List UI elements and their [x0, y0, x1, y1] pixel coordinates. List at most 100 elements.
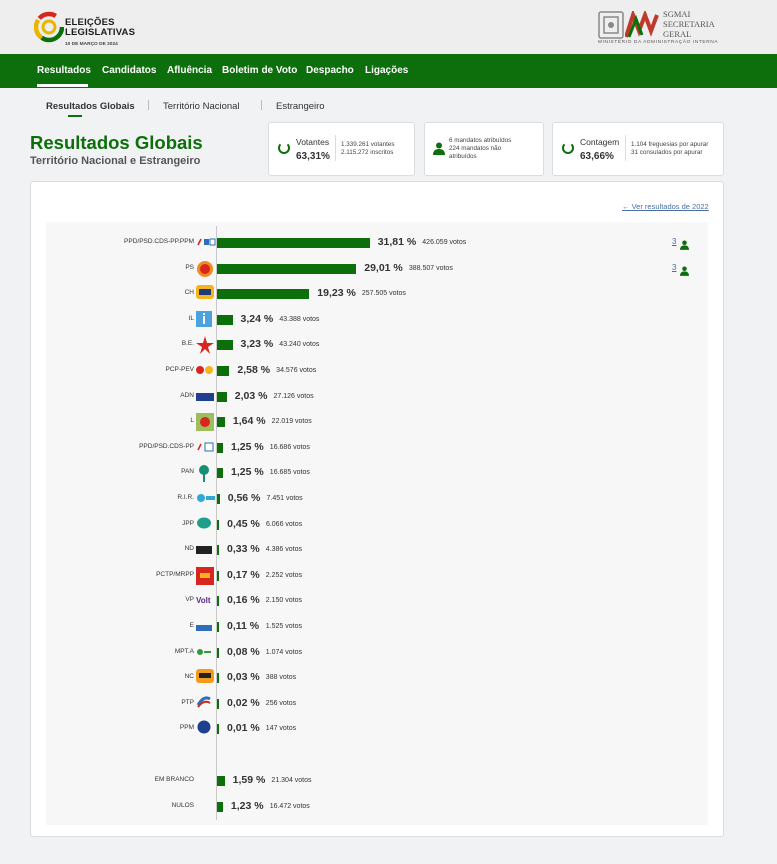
result-votes: 16.686 votos — [269, 443, 310, 451]
seats-link[interactable]: 3 — [672, 237, 676, 246]
result-percentage: 0,02 % — [227, 696, 260, 709]
party-name: PCTP/MRPP — [156, 570, 194, 578]
result-bar — [217, 238, 370, 248]
person-icon — [680, 263, 689, 281]
sgmai-mark-icon — [625, 11, 659, 38]
result-percentage: 0,08 % — [227, 645, 260, 658]
result-row: PS 29,01 % 388.507 votos 3 — [0, 260, 777, 278]
result-bar — [217, 570, 219, 581]
result-percentage: 1,25 % — [231, 440, 264, 453]
result-row: NC 0,03 % 388 votos — [0, 669, 777, 687]
svg-text:Volt: Volt — [196, 596, 211, 605]
tab-resultados-globais[interactable]: Resultados Globais — [46, 101, 135, 112]
party-name: PS — [185, 263, 194, 271]
result-votes: 2.150 votos — [265, 597, 302, 605]
previous-results-link[interactable]: ← Ver resultados de 2022 — [622, 202, 709, 211]
sgmai-logo[interactable]: SGMAI SECRETARIA GERAL MINISTÉRIO DA ADM… — [598, 9, 728, 49]
sgmai-text: SGMAI SECRETARIA GERAL — [663, 9, 715, 39]
result-bar — [217, 724, 219, 735]
result-votes: 388.507 votos — [408, 264, 453, 272]
top-header: ELEIÇÕES LEGISLATIVAS 10 DE MARÇO DE 202… — [0, 0, 777, 54]
result-votes: 27.126 votos — [273, 392, 314, 400]
result-bar — [217, 647, 219, 658]
mandatos-atribuidos: 6 mandatos atribuídos — [449, 137, 512, 144]
result-bar — [217, 468, 223, 479]
votantes-count: 1.339.261 votantes — [341, 141, 395, 148]
page-title: Resultados Globais — [30, 132, 203, 153]
nav-despacho[interactable]: Despacho — [306, 65, 354, 76]
logo-title: ELEIÇÕES LEGISLATIVAS — [65, 17, 136, 38]
mandatos-nao-atribuidos-cont: atribuídos — [449, 153, 477, 160]
result-percentage: 31,81 % — [377, 236, 417, 248]
party-name: B.E. — [181, 340, 194, 348]
result-percentage: 0,17 % — [227, 568, 260, 581]
result-votes: 256 votos — [265, 699, 297, 707]
progress-ring-icon — [278, 142, 290, 154]
volt-logo-icon: Volt — [196, 592, 214, 610]
mandatos-card: 6 mandatos atribuídos 224 mandatos não a… — [424, 122, 544, 176]
result-row: NULOS 1,23 % 16.472 votos — [0, 798, 777, 816]
party-name: R.I.R. — [177, 494, 194, 501]
party-name: IL — [188, 314, 194, 322]
result-row: R.I.R. 0,56 % 7.451 votos — [0, 490, 777, 508]
nav-active-indicator — [37, 84, 88, 87]
result-percentage: 0,33 % — [227, 543, 260, 556]
result-row: ND 0,33 % 4.386 votos — [0, 541, 777, 559]
card-divider — [625, 135, 626, 161]
result-votes: 43.388 votos — [279, 315, 320, 323]
party-name: PPM — [179, 724, 194, 732]
card-divider — [335, 135, 336, 161]
page-subtitle: Território Nacional e Estrangeiro — [30, 155, 201, 167]
result-bar — [217, 442, 223, 453]
il-logo-icon — [196, 310, 212, 332]
result-bar — [217, 698, 219, 709]
nav-afluencia[interactable]: Afluência — [167, 65, 212, 76]
result-votes: 426.059 votos — [422, 239, 467, 246]
party-name: PAN — [181, 468, 194, 476]
result-bar — [217, 314, 233, 325]
result-votes: 1.525 votos — [265, 623, 302, 630]
mrpp-logo-icon — [196, 566, 214, 590]
votantes-card: Votantes 63,31% 1.339.261 votantes 2.115… — [268, 122, 415, 176]
consulados-por-apurar: 31 consulados por apurar — [631, 149, 703, 156]
ptp-logo-icon — [196, 695, 212, 714]
result-percentage: 1,23 % — [230, 799, 264, 812]
rir-logo-icon — [196, 490, 216, 508]
result-bar — [217, 801, 223, 812]
result-votes: 257.505 votos — [361, 290, 406, 298]
result-percentage: 2,03 % — [234, 389, 268, 402]
result-row: E 0,11 % 1.525 votos — [0, 618, 777, 636]
party-name: PCP-PEV — [165, 366, 194, 373]
nav-boletim-de-voto[interactable]: Boletim de Voto — [222, 65, 297, 76]
seats-link[interactable]: 3 — [672, 263, 676, 272]
livre-logo-icon — [196, 413, 214, 436]
person-icon — [433, 142, 445, 155]
mandatos-nao-atribuidos: 224 mandatos não — [449, 145, 502, 152]
arrow-left-icon: ← — [622, 202, 632, 211]
result-votes: 22.019 votos — [271, 418, 312, 426]
result-row: PCP-PEV 2,58 % 34.576 votos — [0, 362, 777, 380]
result-bar — [217, 545, 219, 556]
result-percentage: 3,23 % — [240, 338, 274, 351]
result-row: B.E. 3,23 % 43.240 votos — [0, 336, 777, 355]
nav-ligacoes[interactable]: Ligações — [365, 65, 408, 76]
elections-logo[interactable]: ELEIÇÕES LEGISLATIVAS 10 DE MARÇO DE 202… — [34, 5, 154, 51]
result-percentage: 0,16 % — [227, 594, 260, 607]
mpt-logo-icon — [196, 644, 212, 662]
ppm-logo-icon — [196, 720, 212, 739]
party-name: MPT.A — [174, 647, 194, 655]
result-row: ADN 2,03 % 27.126 votos — [0, 388, 777, 406]
result-row: EM BRANCO 1,59 % 21.304 votos — [0, 772, 777, 790]
progress-ring-icon — [562, 142, 574, 154]
result-percentage: 0,11 % — [227, 620, 260, 632]
party-name: EM BRANCO — [154, 776, 194, 783]
contagem-pct: 63,66% — [580, 151, 614, 162]
tab-territorio-nacional[interactable]: Território Nacional — [163, 101, 240, 112]
nav-candidatos[interactable]: Candidatos — [102, 65, 156, 76]
party-name: PPD/PSD.CDS-PP — [139, 442, 194, 450]
result-votes: 16.685 votos — [269, 469, 310, 477]
result-bar — [217, 519, 220, 530]
result-row: PPD/PSD.CDS-PP.PPM 31,81 % 426.059 votos 3 — [0, 234, 777, 252]
nav-resultados[interactable]: Resultados — [37, 65, 91, 76]
tab-estrangeiro[interactable]: Estrangeiro — [276, 101, 325, 112]
